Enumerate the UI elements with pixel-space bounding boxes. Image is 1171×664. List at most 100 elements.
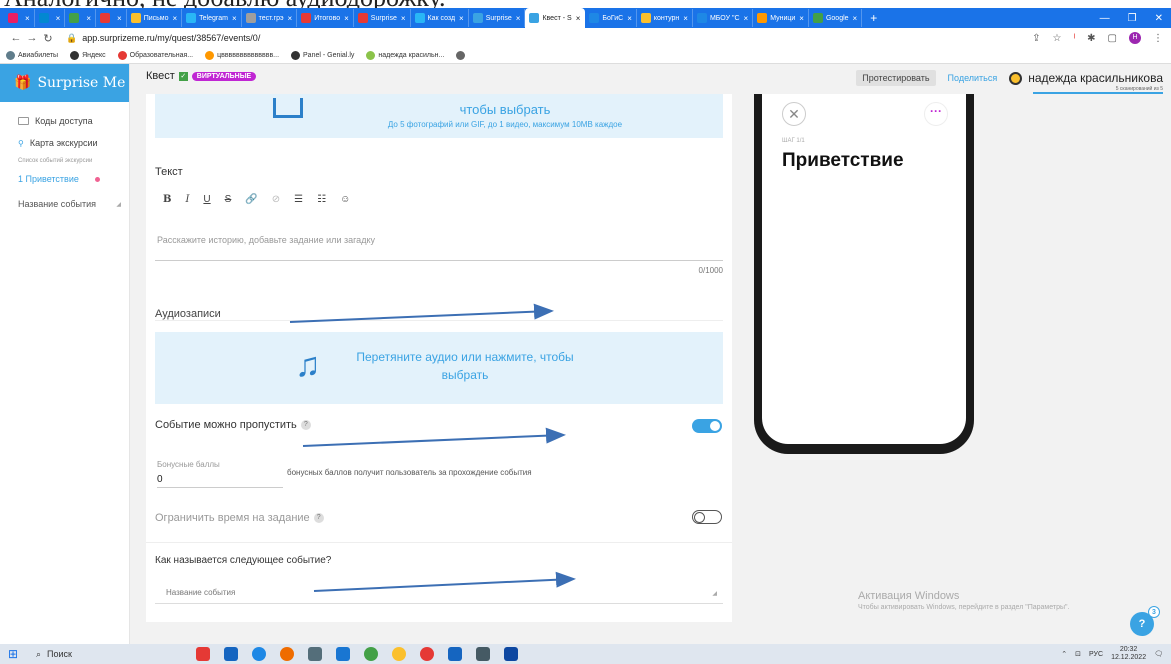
emoji-icon[interactable]: ☺ — [340, 194, 350, 205]
reload-icon[interactable]: ↻ — [40, 32, 56, 45]
back-icon[interactable]: ← — [8, 32, 24, 44]
tab-close-icon[interactable]: × — [627, 14, 632, 23]
sidepanel-icon[interactable]: ▢ — [1108, 33, 1117, 44]
taskview-icon[interactable] — [224, 647, 238, 661]
tab-close-icon[interactable]: × — [172, 14, 177, 23]
browser-tab[interactable]: МБОУ "С × — [693, 9, 754, 27]
language-indicator[interactable]: РУС — [1089, 651, 1103, 658]
bookmark-item[interactable] — [456, 51, 468, 60]
browser-tab[interactable]: × — [35, 9, 66, 27]
taskbar-search[interactable]: ⌕ Поиск — [36, 649, 156, 660]
tab-close-icon[interactable]: × — [56, 14, 61, 23]
close-window-icon[interactable]: ✕ — [1155, 13, 1163, 24]
browser-tab[interactable]: контурн × — [637, 9, 693, 27]
sidebar-item-tour-map[interactable]: ⚲ Карта экскурсии — [0, 132, 129, 154]
browser-tab[interactable]: × — [4, 9, 35, 27]
minimize-icon[interactable]: — — [1100, 13, 1110, 24]
text-editor[interactable]: Расскажите историю, добавьте задание или… — [157, 235, 375, 245]
tab-close-icon[interactable]: × — [576, 14, 581, 23]
browser-tab[interactable]: Surprise × — [354, 9, 411, 27]
bookmark-item[interactable]: цвввввввввввввв... — [205, 51, 279, 60]
browser-tab[interactable]: Surprise × — [469, 9, 526, 27]
bookmark-item[interactable]: Образовательная... — [117, 51, 193, 60]
tab-close-icon[interactable]: × — [25, 14, 30, 23]
maximize-icon[interactable]: ❐ — [1128, 13, 1137, 24]
time-limit-toggle[interactable] — [692, 510, 722, 524]
new-tab-icon[interactable]: + — [862, 11, 885, 25]
app-icon[interactable] — [476, 647, 490, 661]
edge-icon[interactable] — [252, 647, 266, 661]
tab-close-icon[interactable]: × — [853, 14, 858, 23]
tray-expand-icon[interactable]: ⌃ — [1061, 650, 1067, 658]
christmas-app-icon[interactable] — [196, 647, 210, 661]
browser-tab[interactable]: Как созд × — [411, 9, 469, 27]
bookmark-item[interactable]: надежда красильн... — [366, 51, 444, 60]
notifications-icon[interactable]: 🗨 — [1154, 650, 1163, 658]
bonus-input[interactable]: 0 — [157, 474, 283, 488]
tab-close-icon[interactable]: × — [683, 14, 688, 23]
bookmark-item[interactable]: Panel - Genial.ly — [291, 51, 354, 60]
word-icon[interactable] — [448, 647, 462, 661]
user-menu[interactable]: надежда красильникова 5 сканирований из … — [1009, 71, 1163, 94]
audio-upload-zone[interactable]: ♫ Перетяните аудио или нажмите, чтобы вы… — [155, 332, 723, 404]
help-chat-button[interactable]: ? 3 — [1130, 606, 1160, 636]
skip-toggle[interactable] — [692, 419, 722, 433]
browser-tab[interactable]: БоГиС × — [585, 9, 637, 27]
star-icon[interactable]: ☆ — [1053, 33, 1062, 44]
help-icon[interactable]: ? — [300, 420, 311, 431]
photoshop-icon[interactable] — [504, 647, 518, 661]
forward-icon[interactable]: → — [24, 32, 40, 44]
windows-start-icon[interactable]: ⊞ — [8, 647, 22, 661]
tab-close-icon[interactable]: × — [401, 14, 406, 23]
tab-close-icon[interactable]: × — [86, 14, 91, 23]
bookmark-item[interactable]: Авиабилеты — [6, 51, 58, 60]
close-icon[interactable]: ✕ — [782, 102, 806, 126]
sidebar-item-access-codes[interactable]: Коды доступа — [0, 110, 129, 132]
tab-close-icon[interactable]: × — [516, 14, 521, 23]
store-icon[interactable] — [336, 647, 350, 661]
share-button[interactable]: Поделиться — [948, 73, 998, 83]
puzzle-icon[interactable]: ✱ — [1087, 33, 1095, 44]
tab-close-icon[interactable]: × — [232, 14, 237, 23]
bookmark-item[interactable]: Яндекс — [70, 51, 106, 60]
browser-tab[interactable]: тест.грэ × — [242, 9, 298, 27]
tab-close-icon[interactable]: × — [744, 14, 749, 23]
more-icon[interactable]: ··· — [924, 102, 948, 126]
share-page-icon[interactable]: ⇪ — [1032, 33, 1040, 44]
browser-tab[interactable]: × — [65, 9, 97, 27]
brand-logo[interactable]: 🎁 Surprise Me — [0, 64, 129, 102]
photo-upload-zone[interactable]: чтобы выбрать До 5 фотографий или GIF, д… — [155, 94, 723, 138]
tab-close-icon[interactable]: × — [459, 14, 464, 23]
chrome-icon[interactable] — [364, 647, 378, 661]
yandex-browser-icon[interactable] — [392, 647, 406, 661]
tab-close-icon[interactable]: × — [117, 14, 122, 23]
sidebar-event-active[interactable]: 1 Приветствие — [0, 168, 129, 190]
browser-tab[interactable]: Квест - S × — [525, 8, 586, 28]
tab-close-icon[interactable]: × — [799, 14, 804, 23]
browser-tab[interactable]: Муници × — [753, 9, 809, 27]
browser-tab[interactable]: Итогово × — [297, 9, 354, 27]
bullet-list-icon[interactable]: ☰ — [294, 194, 303, 205]
yandex-icon[interactable] — [420, 647, 434, 661]
explorer-icon[interactable] — [308, 647, 322, 661]
browser-tab[interactable]: Письмо × — [127, 9, 183, 27]
opera-icon[interactable] — [280, 647, 294, 661]
extension-icon[interactable]: ᴵ — [1073, 33, 1075, 44]
tab-close-icon[interactable]: × — [344, 14, 349, 23]
next-event-input[interactable]: Название события ◢ — [155, 582, 723, 604]
clock[interactable]: 20:32 12.12.2022 — [1111, 646, 1146, 662]
underline-icon[interactable]: U — [203, 194, 210, 205]
bold-icon[interactable]: B — [163, 194, 171, 205]
menu-dots-icon[interactable]: ⋮ — [1153, 33, 1163, 44]
sidebar-event-new[interactable]: Название события ◢ — [0, 190, 129, 218]
url-field[interactable]: 🔒 app.surprizeme.ru/my/quest/38567/event… — [66, 33, 260, 44]
link-icon[interactable]: 🔗 — [245, 194, 257, 205]
browser-tab[interactable]: Google × — [809, 9, 863, 27]
browser-tab[interactable]: × — [96, 9, 127, 27]
profile-avatar[interactable]: Н — [1129, 32, 1141, 44]
network-icon[interactable]: ⊡ — [1075, 650, 1081, 658]
italic-icon[interactable]: I — [185, 194, 189, 205]
numbered-list-icon[interactable]: ☷ — [317, 194, 326, 205]
tab-close-icon[interactable]: × — [288, 14, 293, 23]
strikethrough-icon[interactable]: S — [225, 194, 232, 205]
